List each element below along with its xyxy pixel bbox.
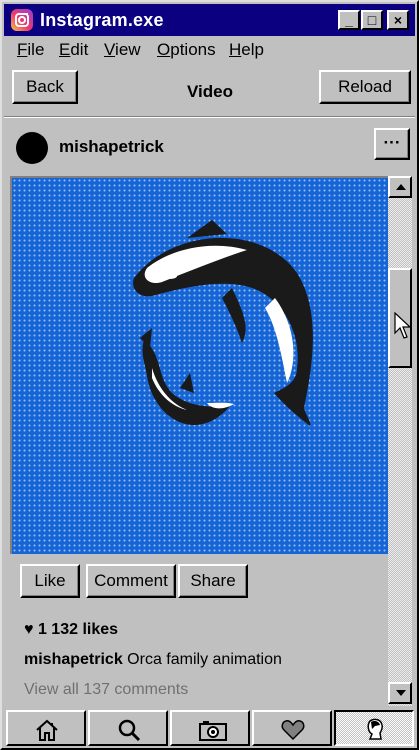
menu-file[interactable]: File	[17, 40, 44, 60]
more-options-button[interactable]: ···	[374, 128, 410, 160]
small-orca-graphic	[140, 328, 234, 426]
maximize-icon: □	[367, 12, 377, 28]
menu-view-key: V	[104, 40, 116, 59]
back-button[interactable]: Back	[12, 70, 78, 104]
view-comments-link[interactable]: View all 137 comments	[24, 681, 188, 699]
likes-count: ♥ 1 132 likes	[24, 621, 118, 639]
minimize-button[interactable]: _	[338, 10, 360, 30]
minimize-icon: _	[345, 12, 353, 28]
scroll-down-arrow-icon	[396, 690, 406, 696]
nav-camera-button[interactable]	[170, 710, 250, 746]
page-title: Video	[187, 82, 233, 101]
post-caption: mishapetrick Orca family animation	[24, 651, 282, 669]
menu-edit-label: dit	[70, 40, 89, 59]
bottom-nav	[4, 708, 415, 748]
nav-search-button[interactable]	[88, 710, 168, 746]
close-button[interactable]: ×	[387, 10, 409, 30]
likes-text: 1 132 likes	[37, 621, 119, 638]
menu-options[interactable]: Options	[157, 40, 216, 60]
reload-button[interactable]: Reload	[319, 70, 411, 104]
menu-options-key: O	[157, 40, 171, 59]
header-divider	[4, 116, 415, 118]
vertical-scrollbar[interactable]	[388, 176, 412, 706]
app-window: Instagram.exe _ □ × File Edit View Optio…	[0, 0, 419, 750]
title-bar[interactable]: Instagram.exe _ □ ×	[4, 4, 415, 36]
scroll-up-button[interactable]	[388, 176, 412, 198]
caption-text: Orca family animation	[127, 651, 282, 668]
orca-illustration	[133, 220, 313, 426]
scroll-down-button[interactable]	[388, 682, 412, 704]
menu-bar: File Edit View Options Help	[4, 38, 415, 64]
menu-file-key: F	[17, 40, 28, 59]
heart-outline-icon	[281, 720, 305, 741]
menu-edit-key: E	[59, 40, 71, 59]
profile-icon	[367, 718, 383, 740]
comment-button[interactable]: Comment	[86, 564, 176, 598]
camera-icon	[199, 721, 227, 741]
avatar[interactable]	[16, 132, 48, 164]
instagram-logo-icon	[11, 9, 33, 31]
menu-edit[interactable]: Edit	[59, 40, 88, 60]
maximize-button[interactable]: □	[361, 10, 383, 30]
nav-profile-button[interactable]	[334, 710, 414, 746]
menu-view[interactable]: View	[104, 40, 141, 60]
post-video[interactable]	[10, 176, 388, 554]
nav-home-button[interactable]	[6, 710, 86, 746]
mouse-pointer-icon	[394, 312, 412, 339]
close-icon: ×	[393, 12, 403, 28]
home-icon	[36, 719, 58, 741]
search-icon	[118, 719, 141, 742]
menu-file-label: ile	[27, 40, 45, 59]
caption-username[interactable]: mishapetrick	[24, 651, 123, 668]
heart-icon: ♥	[24, 621, 34, 638]
menu-options-label: ptions	[170, 40, 216, 59]
share-button[interactable]: Share	[178, 564, 248, 598]
menu-help[interactable]: Help	[229, 40, 264, 60]
post-username[interactable]: mishapetrick	[59, 137, 164, 157]
menu-help-key: H	[229, 40, 242, 59]
nav-activity-button[interactable]	[252, 710, 332, 746]
menu-view-label: iew	[115, 40, 141, 59]
scroll-up-arrow-icon	[396, 184, 406, 190]
like-button[interactable]: Like	[20, 564, 80, 598]
menu-help-label: elp	[241, 40, 264, 59]
window-title: Instagram.exe	[40, 10, 164, 30]
